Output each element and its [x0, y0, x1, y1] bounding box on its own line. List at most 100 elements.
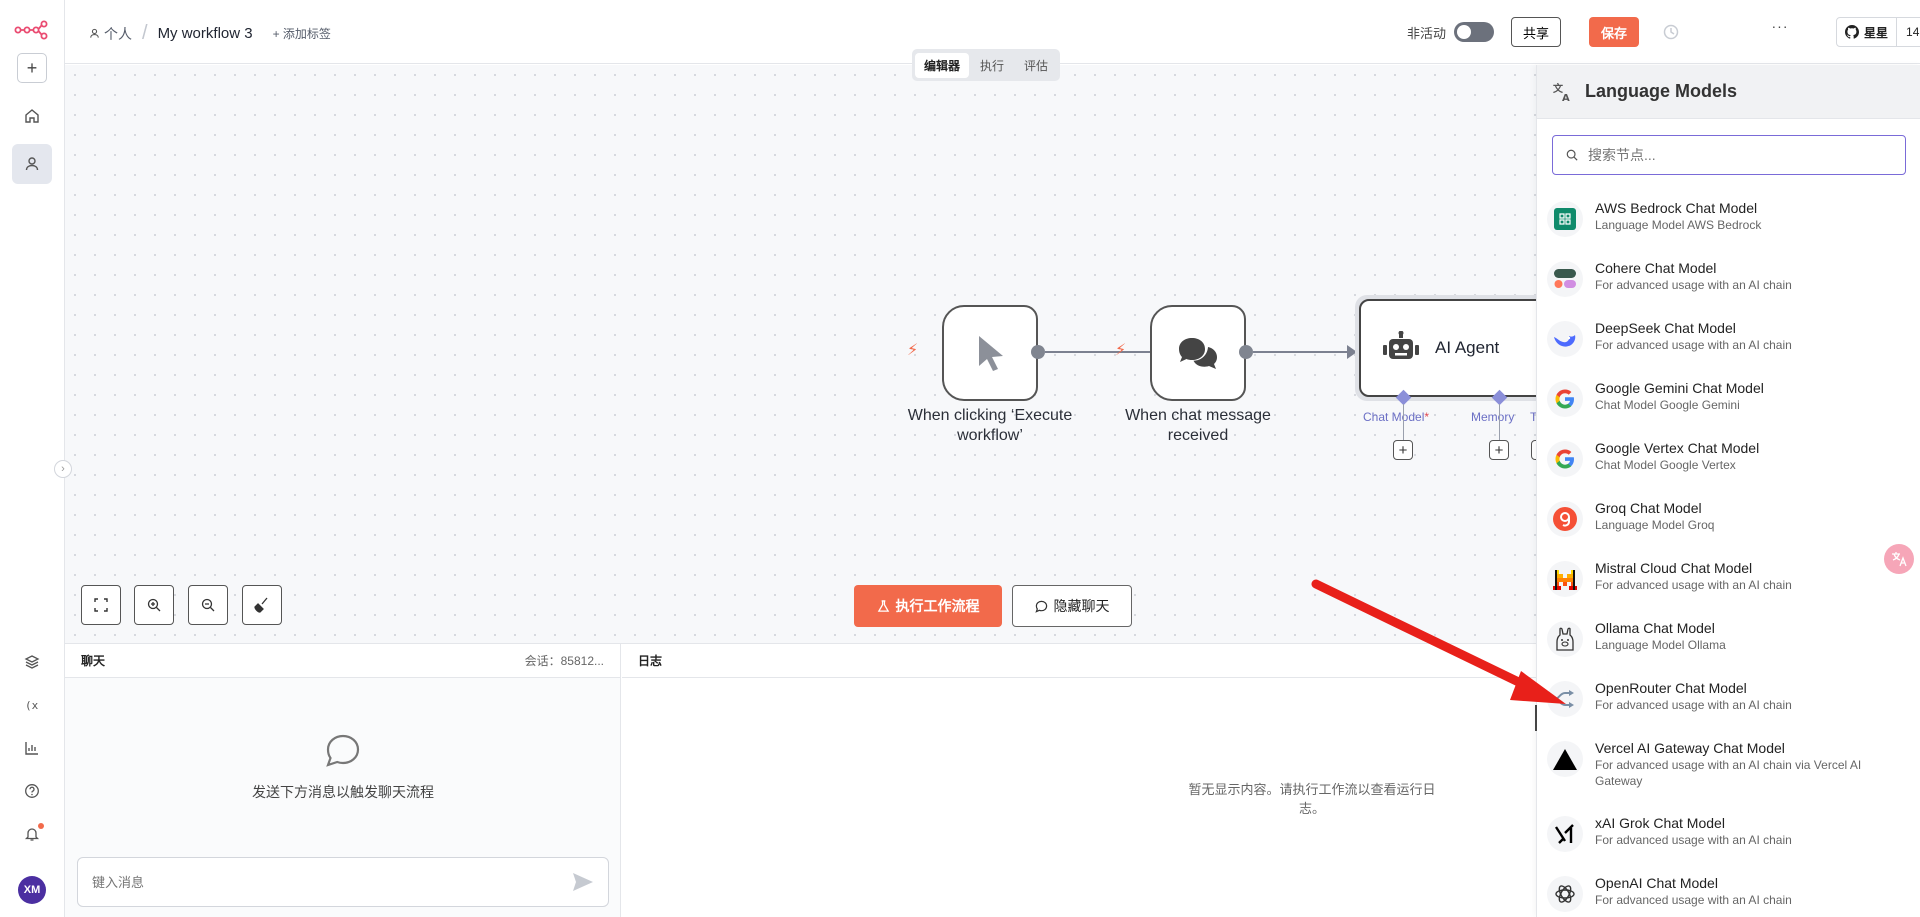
run-workflow-button[interactable]: 执行工作流程	[854, 585, 1002, 627]
list-item-mistral[interactable]: Mistral Cloud Chat Model For advanced usa…	[1537, 555, 1920, 615]
translate-icon: 文A	[1553, 82, 1570, 102]
model-name: AWS Bedrock Chat Model	[1595, 200, 1758, 216]
avatar[interactable]: XM	[18, 876, 46, 904]
save-button[interactable]: 保存	[1589, 17, 1639, 47]
list-item-cohere[interactable]: Cohere Chat Model For advanced usage with…	[1537, 255, 1920, 315]
model-name: Google Vertex Chat Model	[1595, 440, 1760, 456]
chat-trigger-node[interactable]	[1150, 305, 1246, 401]
list-item-deepseek[interactable]: DeepSeek Chat Model For advanced usage wi…	[1537, 315, 1920, 375]
history-icon[interactable]	[1661, 22, 1681, 42]
list-item-groq[interactable]: Groq Chat Model Language Model Groq	[1537, 495, 1920, 555]
expand-sidebar-button[interactable]: ›	[54, 460, 72, 478]
xai-icon	[1547, 816, 1583, 852]
add-chat-model-button[interactable]: +	[1393, 440, 1413, 460]
zoom-out-icon	[201, 598, 215, 612]
more-menu-button[interactable]: ···	[1765, 18, 1795, 46]
tab-evaluations[interactable]: 评估	[1015, 53, 1057, 78]
send-icon[interactable]	[572, 872, 594, 892]
tidy-up-button[interactable]	[242, 585, 282, 625]
help-button[interactable]	[12, 771, 52, 811]
model-name: OpenAI Chat Model	[1595, 875, 1718, 891]
model-desc: Chat Model Google Vertex	[1595, 458, 1736, 472]
cursor-icon	[979, 336, 1003, 371]
github-star-button[interactable]: 星星 147,648	[1836, 17, 1920, 47]
list-item-google-vertex[interactable]: Google Vertex Chat Model Chat Model Googl…	[1537, 435, 1920, 495]
chat-empty-state: 发送下方消息以触发聊天流程	[65, 732, 621, 802]
list-item-openrouter[interactable]: OpenRouter Chat Model For advanced usage …	[1537, 675, 1920, 735]
fit-view-button[interactable]	[81, 585, 121, 625]
templates-button[interactable]	[12, 642, 52, 682]
model-desc: For advanced usage with an AI chain via …	[1595, 758, 1862, 788]
model-desc: For advanced usage with an AI chain	[1595, 578, 1792, 592]
github-star-left: 星星	[1837, 18, 1898, 46]
list-item-aws-bedrock[interactable]: AWS Bedrock Chat Model Language Model AWS…	[1537, 195, 1920, 255]
zoom-in-button[interactable]	[134, 585, 174, 625]
list-item-google-gemini[interactable]: Google Gemini Chat Model Chat Model Googl…	[1537, 375, 1920, 435]
share-button[interactable]: 共享	[1511, 17, 1561, 47]
svg-text:A: A	[1562, 93, 1570, 102]
add-memory-button[interactable]: +	[1489, 440, 1509, 460]
connector-line	[1403, 404, 1404, 440]
chat-message-input[interactable]	[92, 874, 532, 890]
list-item-xai-grok[interactable]: xAI Grok Chat Model For advanced usage wi…	[1537, 810, 1920, 870]
model-name: Cohere Chat Model	[1595, 260, 1717, 276]
cohere-icon	[1547, 261, 1583, 297]
session-id[interactable]: 会话：85812...	[525, 652, 604, 669]
zoom-out-button[interactable]	[188, 585, 228, 625]
tab-editor[interactable]: 编辑器	[915, 52, 970, 78]
node-search-input[interactable]	[1588, 147, 1888, 163]
list-item-openai[interactable]: OpenAI Chat Model For advanced usage with…	[1537, 870, 1920, 917]
manual-trigger-label: When clicking ‘Execute workflow’	[907, 407, 1073, 444]
notifications-button[interactable]	[12, 814, 52, 854]
trigger-bolt-icon: ⚡	[1115, 342, 1127, 359]
manual-trigger-node[interactable]	[942, 305, 1038, 401]
output-handle[interactable]	[1239, 345, 1253, 359]
node-search-box[interactable]	[1552, 135, 1906, 175]
model-name: Mistral Cloud Chat Model	[1595, 560, 1753, 576]
chat-pane-header: 聊天 会话：85812...	[65, 644, 620, 678]
layers-icon	[24, 655, 40, 669]
active-toggle[interactable]	[1454, 22, 1495, 42]
insights-button[interactable]	[12, 728, 52, 768]
chat-pane-title: 聊天	[81, 654, 106, 668]
broom-icon	[254, 597, 268, 613]
chat-trigger-label: When chat message received	[1125, 407, 1271, 444]
tab-executions[interactable]: 执行	[971, 53, 1013, 78]
add-tag-button[interactable]: + 添加标签	[273, 25, 331, 42]
model-desc: For advanced usage with an AI chain	[1595, 698, 1792, 712]
translate-icon	[1892, 552, 1907, 567]
inactive-label: 非活动	[1407, 25, 1447, 41]
model-desc: Language Model AWS Bedrock	[1595, 218, 1762, 232]
personal-button[interactable]	[12, 144, 52, 184]
mode-tabs: 编辑器 执行 评估	[912, 49, 1061, 81]
zoom-in-icon	[147, 598, 161, 612]
hide-chat-button[interactable]: 隐藏聊天	[1012, 585, 1132, 627]
output-handle[interactable]	[1031, 345, 1045, 359]
translate-float-button[interactable]	[1884, 544, 1914, 574]
memory-sublabel: Memory	[1471, 410, 1515, 424]
github-star-label: 星星	[1864, 25, 1889, 40]
variables-button[interactable]: (x)	[12, 685, 52, 725]
n8n-logo[interactable]	[14, 16, 50, 40]
aws-bedrock-icon	[1547, 201, 1583, 237]
chat-bubble-icon	[326, 734, 360, 767]
vercel-icon	[1547, 741, 1583, 777]
list-item-vercel[interactable]: Vercel AI Gateway Chat Model For advanced…	[1537, 735, 1920, 810]
list-item-ollama[interactable]: Ollama Chat Model Language Model Ollama	[1537, 615, 1920, 675]
owner-link[interactable]: 个人	[89, 24, 132, 44]
chat-input-box[interactable]	[77, 857, 609, 907]
flask-icon	[877, 599, 889, 612]
user-icon	[90, 28, 99, 38]
user-icon	[25, 157, 39, 171]
breadcrumb: 个人 / My workflow 3 + 添加标签	[89, 22, 331, 45]
panel-edge-marker	[1535, 705, 1537, 731]
bottom-panel: 聊天 会话：85812... 发送下方消息以触发聊天流程 日志 暂无显示内容。请…	[65, 643, 1536, 917]
workflow-canvas[interactable]: ⚡ When clicking ‘Execute workflow’ ⚡ Whe…	[65, 65, 1536, 643]
robot-icon	[1383, 331, 1419, 359]
ai-agent-node[interactable]: AI Agent	[1359, 299, 1536, 397]
model-name: Google Gemini Chat Model	[1595, 380, 1764, 396]
create-button[interactable]: +	[12, 48, 52, 88]
left-rail: + (x) XM	[0, 0, 65, 917]
workflow-name[interactable]: My workflow 3	[158, 25, 253, 42]
home-button[interactable]	[12, 96, 52, 136]
